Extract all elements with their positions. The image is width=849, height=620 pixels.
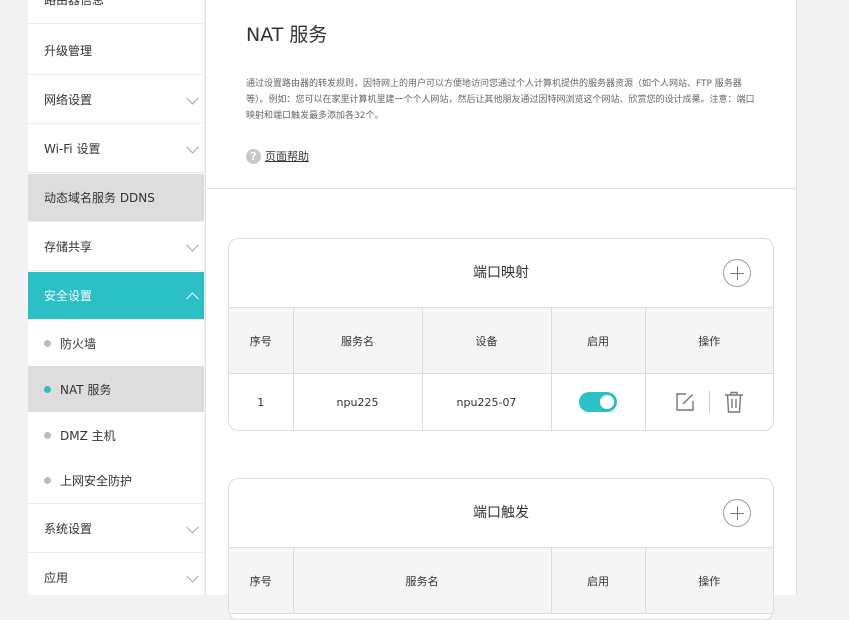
port-mapping-header: 端口映射 xyxy=(229,239,773,308)
sidebar-subitem-web-protection[interactable]: 上网安全防护 xyxy=(28,458,204,504)
sidebar-item-storage[interactable]: 存储共享 xyxy=(28,223,204,271)
sidebar-item-label: 存储共享 xyxy=(44,240,93,254)
sidebar-subitem-nat[interactable]: NAT 服务 xyxy=(28,366,204,412)
sidebar-item-wifi[interactable]: Wi-Fi 设置 xyxy=(28,125,204,173)
chevron-up-icon xyxy=(186,291,199,305)
column-header-enable: 启用 xyxy=(551,308,646,374)
sidebar-subitem-dmz[interactable]: DMZ 主机 xyxy=(28,412,204,458)
sidebar-subitem-label: 防火墙 xyxy=(60,336,97,351)
sidebar-item-router-info[interactable]: 路由器信息 xyxy=(28,0,204,24)
bullet-icon xyxy=(44,385,51,393)
sidebar-item-ddns[interactable]: 动态域名服务 DDNS xyxy=(28,174,204,222)
port-mapping-card: 端口映射 序号 服务名 设备 启用 操作 1 npu225 npu225-07 xyxy=(228,238,774,431)
bullet-icon xyxy=(44,431,51,439)
port-trigger-header: 端口触发 xyxy=(229,479,773,548)
sidebar-item-security[interactable]: 安全设置 xyxy=(28,272,204,320)
sidebar-item-label: 升级管理 xyxy=(44,44,93,58)
chevron-down-icon xyxy=(186,91,199,105)
column-header-enable: 启用 xyxy=(551,548,646,614)
page-help-link[interactable]: ? 页面帮助 xyxy=(246,148,309,164)
cell-index: 1 xyxy=(229,373,294,430)
port-trigger-card: 端口触发 序号 服务名 启用 操作 xyxy=(228,478,774,620)
page-description: 通过设置路由器的转发规则，因特网上的用户可以方便地访问您通过个人计算机提供的服务… xyxy=(246,79,755,121)
help-icon: ? xyxy=(246,148,261,164)
column-header-index: 序号 xyxy=(229,308,294,374)
table-header-row: 序号 服务名 启用 操作 xyxy=(229,548,773,614)
port-mapping-table: 序号 服务名 设备 启用 操作 1 npu225 npu225-07 xyxy=(229,308,773,430)
sidebar: 路由器信息 升级管理 网络设置 Wi-Fi 设置 动态域名服务 DDNS 存储共… xyxy=(28,0,204,595)
action-separator xyxy=(708,391,710,413)
column-header-actions: 操作 xyxy=(645,308,773,374)
section-divider xyxy=(206,188,796,189)
cell-device: npu225-07 xyxy=(422,373,552,430)
sidebar-item-label: 应用 xyxy=(44,571,69,585)
column-header-service: 服务名 xyxy=(293,548,552,614)
edit-icon[interactable] xyxy=(675,392,695,412)
column-header-device: 设备 xyxy=(422,308,552,374)
table-header-row: 序号 服务名 设备 启用 操作 xyxy=(229,308,773,374)
enable-toggle[interactable] xyxy=(579,392,617,412)
sidebar-subitem-firewall[interactable]: 防火墙 xyxy=(28,320,204,366)
sidebar-item-upgrade[interactable]: 升级管理 xyxy=(28,27,204,75)
sidebar-item-label: Wi-Fi 设置 xyxy=(44,142,101,156)
bullet-icon xyxy=(44,339,51,347)
cell-actions xyxy=(645,374,773,431)
sidebar-item-label: 动态域名服务 DDNS xyxy=(44,191,155,205)
page-title: NAT 服务 xyxy=(246,24,328,46)
add-port-mapping-button[interactable] xyxy=(723,259,751,287)
help-link-label: 页面帮助 xyxy=(265,150,309,163)
bullet-icon xyxy=(44,477,51,484)
add-port-trigger-button[interactable] xyxy=(723,499,751,527)
column-header-actions: 操作 xyxy=(645,548,773,614)
port-trigger-title: 端口触发 xyxy=(473,505,529,521)
table-row: 1 npu225 npu225-07 xyxy=(229,373,773,431)
column-header-index: 序号 xyxy=(229,548,294,614)
sidebar-item-label: 路由器信息 xyxy=(44,0,105,7)
main-content: NAT 服务 通过设置路由器的转发规则，因特网上的用户可以方便地访问您通过个人计… xyxy=(205,0,797,620)
sidebar-subitem-label: NAT 服务 xyxy=(60,382,112,397)
column-header-service: 服务名 xyxy=(293,308,423,374)
chevron-down-icon xyxy=(186,569,199,583)
delete-icon[interactable] xyxy=(724,391,744,413)
sidebar-item-label: 安全设置 xyxy=(44,289,93,303)
chevron-down-icon xyxy=(186,140,199,154)
port-mapping-title: 端口映射 xyxy=(473,265,529,281)
sidebar-item-system[interactable]: 系统设置 xyxy=(28,505,204,553)
sidebar-item-label: 系统设置 xyxy=(44,522,93,536)
chevron-down-icon xyxy=(186,238,199,252)
cell-enable xyxy=(551,373,646,430)
cell-service: npu225 xyxy=(293,373,423,430)
sidebar-item-apps[interactable]: 应用 xyxy=(28,554,204,595)
sidebar-item-network[interactable]: 网络设置 xyxy=(28,76,204,124)
sidebar-item-label: 网络设置 xyxy=(44,93,93,107)
port-trigger-table: 序号 服务名 启用 操作 xyxy=(229,548,773,614)
chevron-down-icon xyxy=(186,520,199,534)
sidebar-subitem-label: DMZ 主机 xyxy=(60,428,116,443)
sidebar-subitem-label: 上网安全防护 xyxy=(60,474,133,488)
